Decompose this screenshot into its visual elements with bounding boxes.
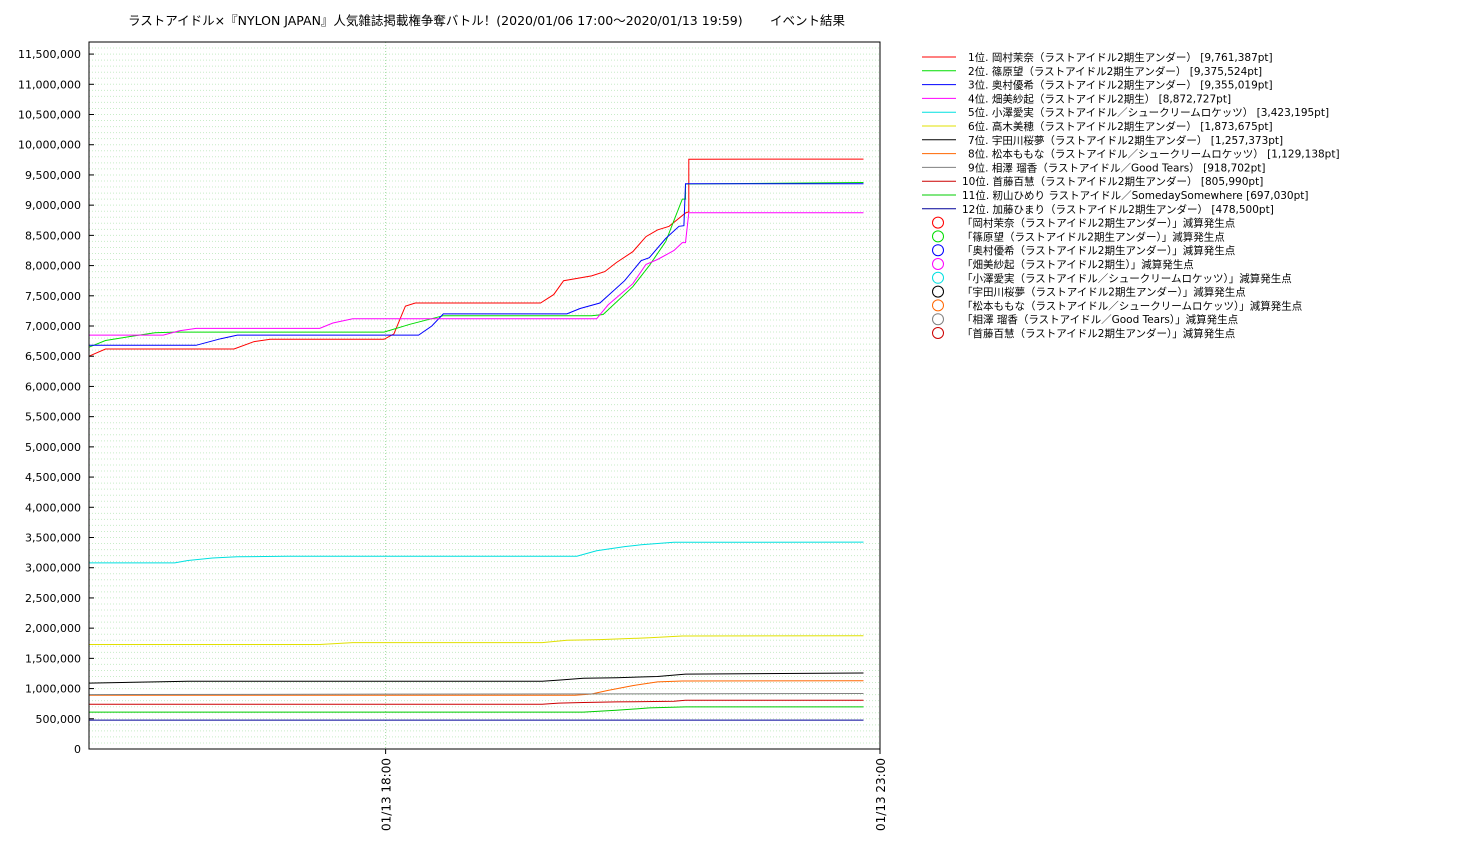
y-tick-label: 7,500,000 xyxy=(25,290,81,303)
legend-label: 3位. 奥村優希（ラストアイドル2期生アンダー） [9,355,019pt] xyxy=(968,79,1273,92)
y-tick-label: 6,500,000 xyxy=(25,350,81,363)
series-line-9 xyxy=(88,693,864,696)
legend-marker-label: 「相澤 瑠香（ラストアイドル／Good Tears）」減算発生点 xyxy=(962,313,1238,326)
y-tick-label: 9,000,000 xyxy=(25,199,81,212)
y-tick-label: 3,500,000 xyxy=(25,532,81,545)
x-tick-label: 01/13 18:00 xyxy=(380,758,394,831)
legend-marker-circle xyxy=(932,313,944,326)
y-tick-label: 2,000,000 xyxy=(25,622,81,635)
legend-label: 4位. 畑美紗起（ラストアイドル2期生） [8,872,727pt] xyxy=(968,92,1231,105)
legend-label: 8位. 松本ももな（ラストアイドル／シュークリームロケッツ） [1,129,13… xyxy=(968,148,1340,161)
chart-root: ラストアイドル×『NYLON JAPAN』人気雑誌掲載権争奪バトル！(2020/… xyxy=(0,0,1480,840)
chart-svg: ラストアイドル×『NYLON JAPAN』人気雑誌掲載権争奪バトル！(2020/… xyxy=(18,13,1340,831)
y-tick-label: 7,000,000 xyxy=(25,320,81,333)
legend-marker-label: 「岡村茉奈（ラストアイドル2期生アンダー）」減算発生点 xyxy=(962,217,1235,230)
legend-marker-circle xyxy=(932,216,944,229)
y-tick-label: 8,000,000 xyxy=(25,260,81,273)
legend-marker-label: 「宇田川桜夢（ラストアイドル2期生アンダー）」減算発生点 xyxy=(962,286,1246,299)
y-tick-label: 6,000,000 xyxy=(25,380,81,393)
y-tick-label: 11,500,000 xyxy=(18,48,81,61)
y-tick-label: 0 xyxy=(74,743,81,756)
legend-label: 9位. 相澤 瑠香（ラストアイドル／Good Tears） [918,702pt… xyxy=(968,161,1266,174)
y-tick-label: 11,000,000 xyxy=(18,78,81,91)
y-tick-label: 1,500,000 xyxy=(25,652,81,665)
legend-marker-label: 「篠原望（ラストアイドル2期生アンダー）」減算発生点 xyxy=(962,230,1225,243)
legend-marker-label: 「奥村優希（ラストアイドル2期生アンダー）」減算発生点 xyxy=(962,244,1235,257)
legend-marker-circle xyxy=(932,230,944,243)
legend-label: 11位. 籾山ひめり ラストアイドル／SomedaySomewhere [697… xyxy=(962,189,1309,202)
y-tick-label: 4,500,000 xyxy=(25,471,81,484)
y-tick-label: 3,000,000 xyxy=(25,562,81,575)
x-tick-label: 01/13 23:00 xyxy=(874,758,888,831)
legend-marker-circle xyxy=(932,327,944,339)
series-line-11 xyxy=(89,706,864,713)
legend-marker-label: 「小澤愛実（ラストアイドル／シュークリームロケッツ）」減算発生点 xyxy=(962,272,1292,285)
series-line-1 xyxy=(88,158,864,357)
y-tick-label: 2,500,000 xyxy=(25,592,81,605)
y-tick-label: 10,500,000 xyxy=(18,109,81,122)
y-tick-label: 4,000,000 xyxy=(25,501,81,514)
legend-label: 1位. 岡村茉奈（ラストアイドル2期生アンダー） [9,761,387pt] xyxy=(968,51,1273,64)
legend-marker-circle xyxy=(932,299,944,312)
legend-label: 12位. 加藤ひまり（ラストアイドル2期生アンダー） [478,500pt] xyxy=(962,203,1274,216)
legend-marker-circle xyxy=(932,271,944,284)
legend-layer: 1位. 岡村茉奈（ラストアイドル2期生アンダー） [9,761,387pt]2位… xyxy=(922,51,1340,340)
chart-title: ラストアイドル×『NYLON JAPAN』人気雑誌掲載権争奪バトル！(2020/… xyxy=(128,13,743,28)
legend-marker-circle xyxy=(932,258,944,270)
y-tick-label: 5,500,000 xyxy=(25,411,81,424)
legend-marker-circle xyxy=(932,244,944,257)
series-layer xyxy=(88,158,864,721)
legend-marker-label: 「畑美紗起（ラストアイドル2期生）」減算発生点 xyxy=(962,258,1194,271)
legend-marker-label: 「首藤百慧（ラストアイドル2期生アンダー）」減算発生点 xyxy=(962,327,1235,340)
y-tick-label: 8,500,000 xyxy=(25,229,81,242)
y-tick-label: 10,000,000 xyxy=(18,139,81,152)
legend-label: 7位. 宇田川桜夢（ラストアイドル2期生アンダー） [1,257,373pt] xyxy=(968,134,1283,147)
series-line-2 xyxy=(88,182,864,348)
legend-label: 5位. 小澤愛実（ラストアイドル／シュークリームロケッツ） [3,423,195… xyxy=(968,106,1329,119)
series-line-3 xyxy=(89,183,864,346)
chart-subtitle: イベント結果 xyxy=(770,13,846,28)
axis-layer: 0 500,000 1,000,000 1,500,000 2,000,000 2,500… xyxy=(18,48,888,831)
legend-label: 10位. 首藤百慧（ラストアイドル2期生アンダー） [805,990pt] xyxy=(962,175,1263,188)
legend-marker-label: 「松本ももな（ラストアイドル／シュークリームロケッツ）」減算発生点 xyxy=(962,299,1302,312)
series-line-5 xyxy=(89,541,864,564)
y-tick-label: 9,500,000 xyxy=(25,169,81,182)
y-tick-label: 5,000,000 xyxy=(25,441,81,454)
legend-marker-circle xyxy=(932,285,944,298)
y-tick-label: 1,000,000 xyxy=(25,683,81,696)
legend-label: 6位. 高木美穂（ラストアイドル2期生アンダー） [1,873,675pt] xyxy=(968,120,1273,133)
legend-label: 2位. 篠原望（ラストアイドル2期生アンダー） [9,375,524pt] xyxy=(968,65,1262,78)
series-line-7 xyxy=(88,672,864,684)
y-tick-label: 500,000 xyxy=(36,713,82,726)
series-line-4 xyxy=(89,212,864,336)
